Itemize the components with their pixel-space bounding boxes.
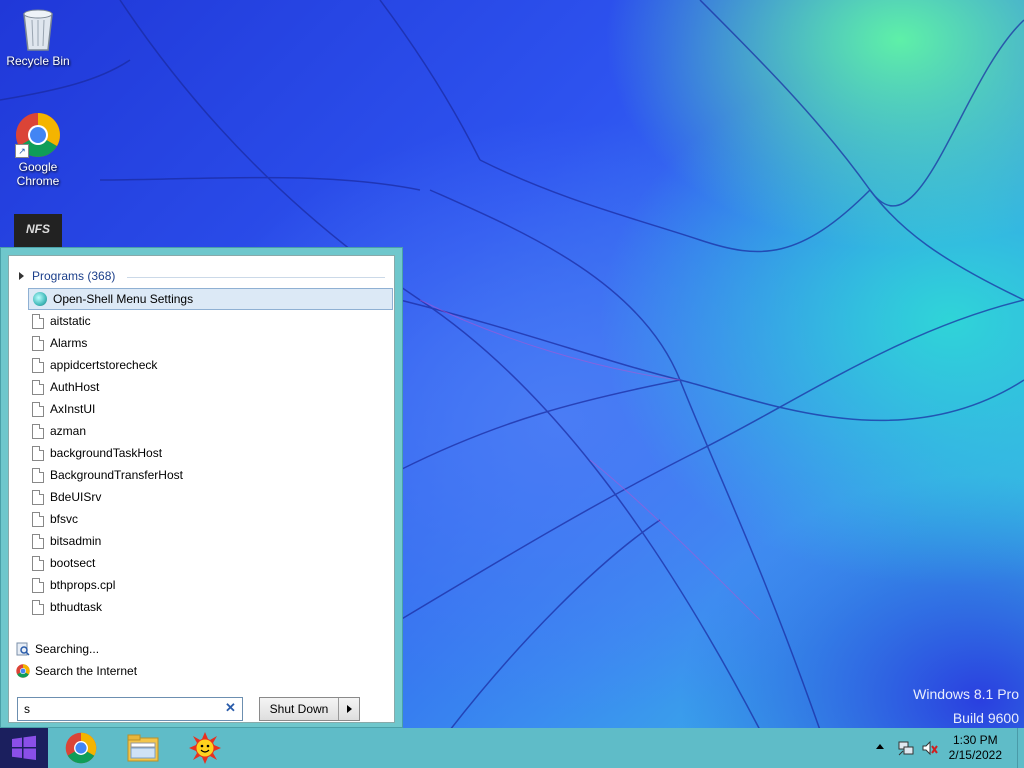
- shortcut-arrow-icon: ↗: [15, 144, 29, 158]
- program-item[interactable]: bthprops.cpl: [28, 574, 393, 596]
- show-hidden-icons-chevron-icon[interactable]: [876, 744, 884, 749]
- shut-down-label: Shut Down: [260, 698, 339, 720]
- os-watermark-edition: Windows 8.1 Pro: [913, 686, 1019, 702]
- file-icon: [32, 379, 44, 395]
- taskbar-sun-app[interactable]: [185, 732, 225, 764]
- program-item-label: bthudtask: [50, 600, 103, 614]
- shut-down-button[interactable]: Shut Down: [259, 697, 360, 721]
- program-item[interactable]: appidcertstorecheck: [28, 354, 393, 376]
- divider: [127, 277, 385, 278]
- program-item-label: azman: [50, 424, 87, 438]
- desktop-icon-chrome[interactable]: ↗ Google Chrome: [0, 112, 76, 188]
- program-item-label: aitstatic: [50, 314, 91, 328]
- nfs-game-icon: NFS: [14, 214, 62, 248]
- clock-date: 2/15/2022: [948, 748, 1002, 762]
- file-icon: [32, 533, 44, 549]
- desktop-icon-recycle-bin[interactable]: Recycle Bin: [0, 6, 76, 68]
- chrome-icon: ↗: [15, 112, 61, 158]
- program-item[interactable]: bthudtask: [28, 596, 393, 618]
- program-item[interactable]: aitstatic: [28, 310, 393, 332]
- shut-down-options-arrow[interactable]: [339, 705, 359, 713]
- program-item-label: Alarms: [50, 336, 88, 350]
- file-icon: [32, 357, 44, 373]
- taskbar-clock[interactable]: 1:30 PM 2/15/2022: [949, 733, 1002, 763]
- chrome-icon: [16, 664, 30, 678]
- programs-header[interactable]: Programs (368): [19, 269, 115, 283]
- volume-muted-icon[interactable]: [922, 740, 938, 756]
- program-item[interactable]: AuthHost: [28, 376, 393, 398]
- program-item[interactable]: Alarms: [28, 332, 393, 354]
- sun-app-icon: [189, 732, 221, 764]
- taskbar: 1:30 PM 2/15/2022: [0, 728, 1024, 768]
- start-menu-panel: Programs (368) Open-Shell Menu Settings …: [8, 255, 395, 723]
- file-icon: [32, 511, 44, 527]
- search-input[interactable]: [17, 697, 243, 721]
- program-item-label: BackgroundTransferHost: [50, 468, 183, 482]
- program-item[interactable]: bfsvc: [28, 508, 393, 530]
- start-menu: Programs (368) Open-Shell Menu Settings …: [0, 247, 403, 728]
- program-item-label: AxInstUI: [50, 402, 96, 416]
- file-icon: [32, 335, 44, 351]
- file-icon: [32, 577, 44, 593]
- search-internet-label: Search the Internet: [35, 664, 138, 678]
- program-item-label: bootsect: [50, 556, 96, 570]
- program-item[interactable]: BackgroundTransferHost: [28, 464, 393, 486]
- programs-header-label: Programs (368): [32, 269, 116, 283]
- program-item[interactable]: BdeUISrv: [28, 486, 393, 508]
- program-item-label: AuthHost: [50, 380, 100, 394]
- file-icon: [32, 489, 44, 505]
- start-button[interactable]: [0, 728, 48, 768]
- file-icon: [32, 423, 44, 439]
- file-icon: [32, 445, 44, 461]
- searching-label: Searching...: [35, 642, 100, 656]
- file-icon: [32, 467, 44, 483]
- os-watermark-build: Build 9600: [952, 710, 1019, 726]
- program-item[interactable]: AxInstUI: [28, 398, 393, 420]
- program-item-label: bthprops.cpl: [50, 578, 116, 592]
- chevron-right-icon: [346, 705, 352, 713]
- program-item[interactable]: bootsect: [28, 552, 393, 574]
- search-internet-item[interactable]: Search the Internet: [16, 664, 137, 678]
- recycle-bin-icon: [18, 6, 58, 52]
- program-item[interactable]: azman: [28, 420, 393, 442]
- network-icon[interactable]: [898, 740, 914, 756]
- program-item[interactable]: bitsadmin: [28, 530, 393, 552]
- file-explorer-icon: [127, 734, 159, 762]
- program-item-label: bitsadmin: [50, 534, 102, 548]
- program-item-label: appidcertstorecheck: [50, 358, 158, 372]
- program-item-label: bfsvc: [50, 512, 79, 526]
- windows-logo-icon: [12, 735, 36, 760]
- expand-arrow-icon: [19, 272, 24, 280]
- taskbar-file-explorer[interactable]: [123, 732, 163, 764]
- program-item-label: Open-Shell Menu Settings: [53, 292, 194, 306]
- searching-status: Searching...: [16, 642, 99, 656]
- clear-search-icon[interactable]: ✕: [225, 700, 236, 716]
- chrome-icon: [65, 732, 97, 764]
- program-list: Open-Shell Menu Settings aitstatic Alarm…: [28, 288, 393, 618]
- program-item[interactable]: backgroundTaskHost: [28, 442, 393, 464]
- program-item-label: backgroundTaskHost: [50, 446, 163, 460]
- file-icon: [32, 401, 44, 417]
- open-shell-icon: [33, 292, 47, 306]
- show-desktop-button[interactable]: [1017, 728, 1024, 768]
- file-icon: [32, 599, 44, 615]
- search-progress-icon: [16, 642, 30, 656]
- file-icon: [32, 313, 44, 329]
- taskbar-chrome[interactable]: [61, 732, 101, 764]
- desktop-icon-nfs[interactable]: NFS: [0, 214, 76, 250]
- program-item-label: BdeUISrv: [50, 490, 102, 504]
- desktop-icon-label: Recycle Bin: [6, 54, 70, 68]
- clock-time: 1:30 PM: [952, 733, 998, 747]
- file-icon: [32, 555, 44, 571]
- program-item-open-shell-settings[interactable]: Open-Shell Menu Settings: [28, 288, 393, 310]
- desktop-icon-label: Google Chrome: [16, 160, 60, 188]
